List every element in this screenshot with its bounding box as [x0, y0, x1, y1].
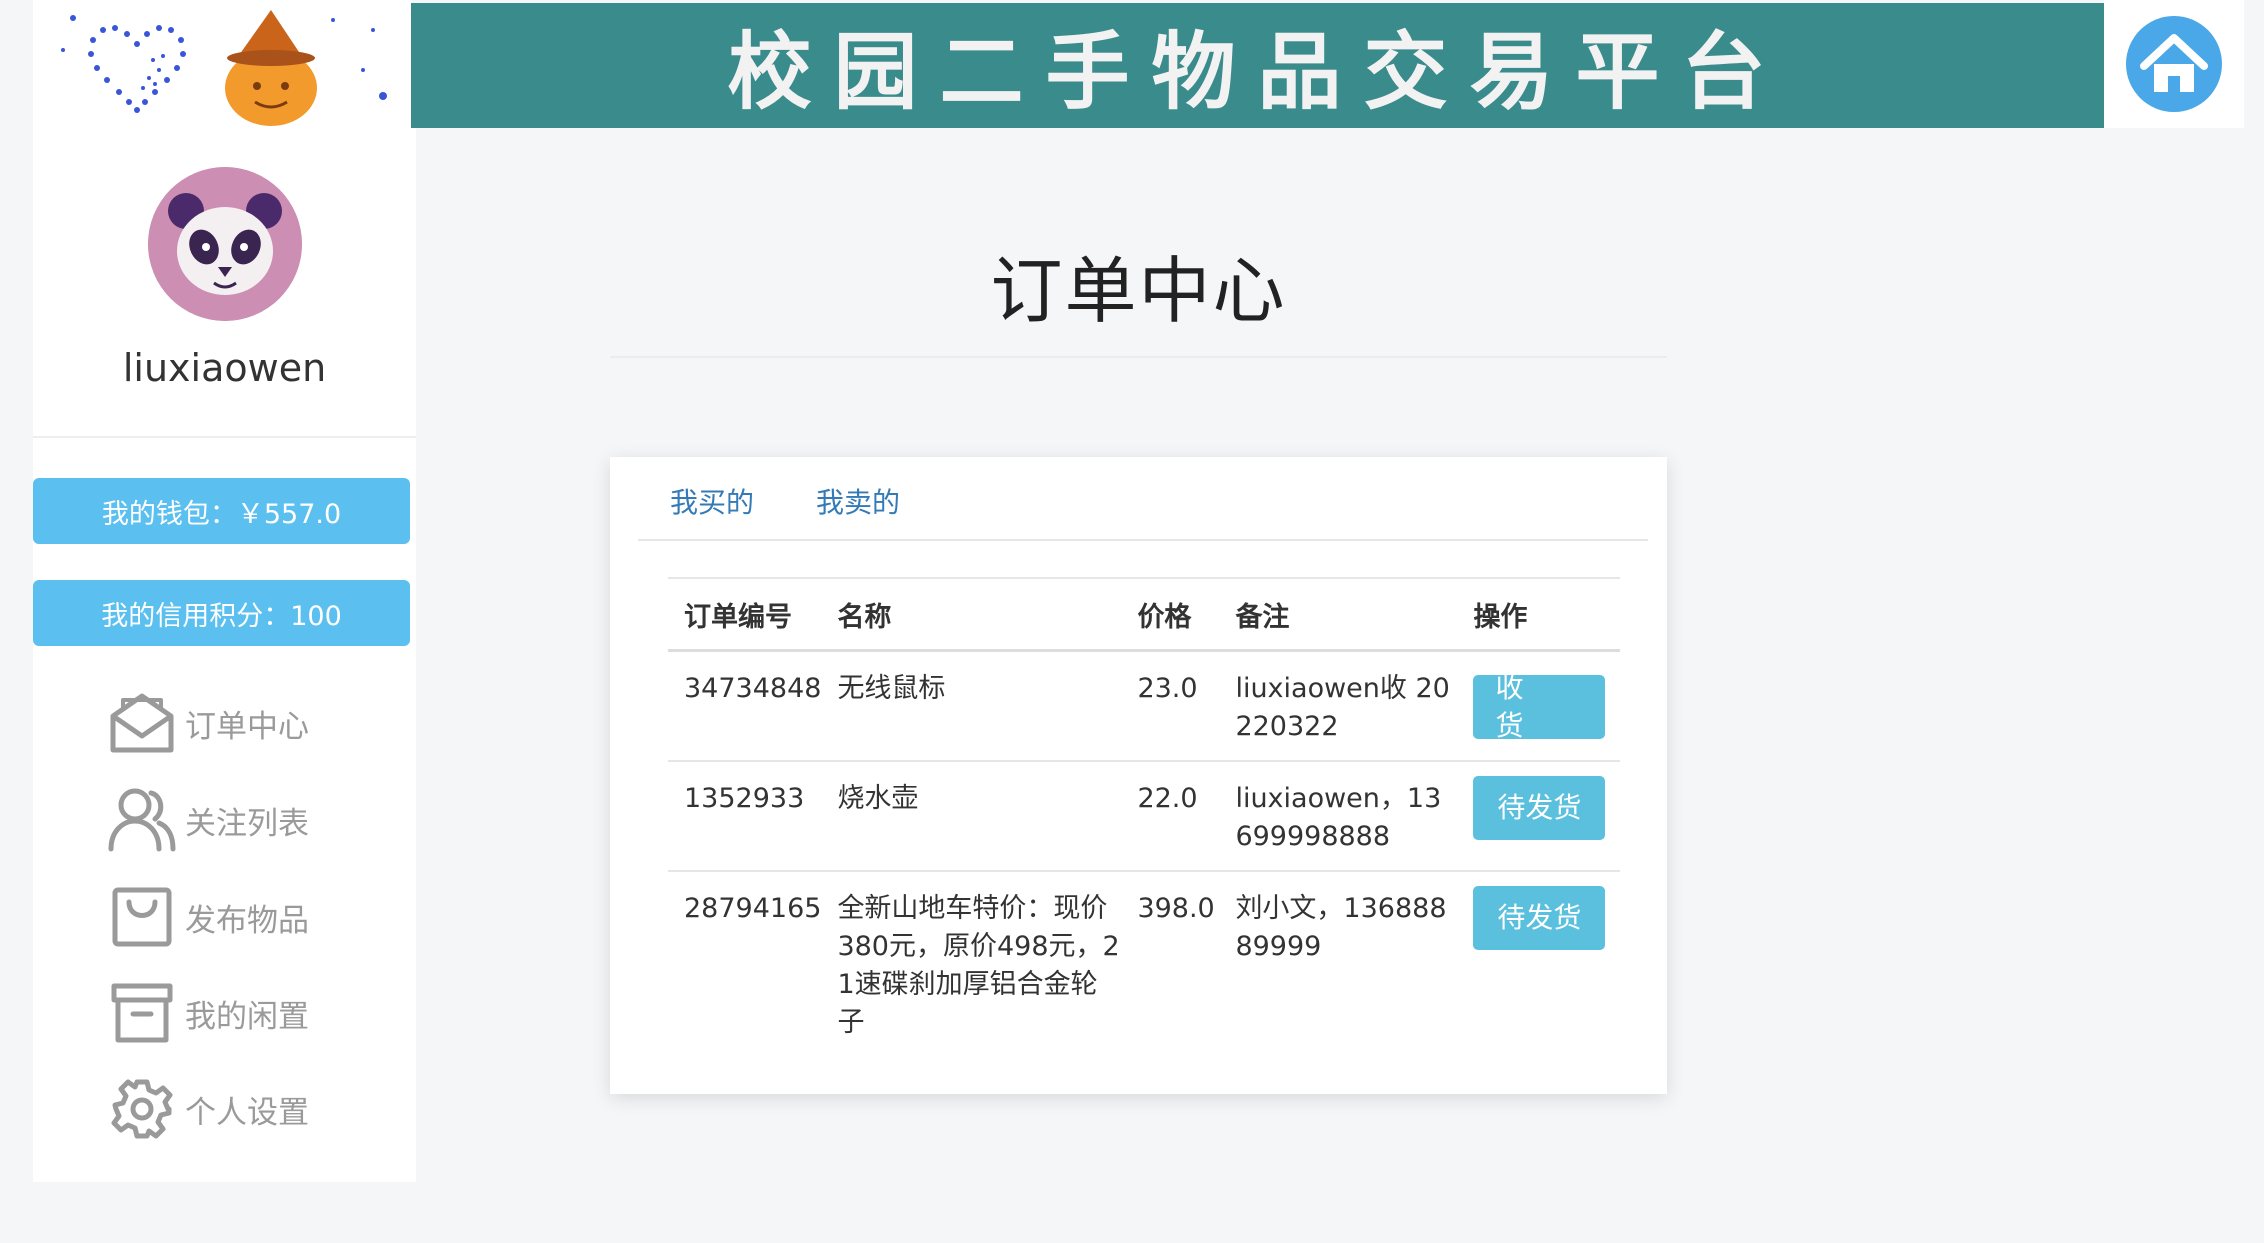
pending-shipment-button[interactable]: 待发货 [1473, 886, 1606, 950]
order-note: 刘小文，13688889999 [1235, 893, 1447, 962]
order-id: 28794165 [684, 893, 822, 924]
column-header-price: 价格 [1121, 577, 1220, 652]
action-cell: 收 货 [1457, 650, 1620, 762]
header: 校园二手物品交易平台 [0, 0, 2264, 128]
table-header-row: 订单编号 名称 价格 备注 操作 [668, 577, 1620, 652]
action-cell: 待发货 [1457, 871, 1620, 1056]
table-row: 34734848 无线鼠标 23.0 liuxiaowen收 20220322 … [668, 650, 1620, 762]
item-price: 398.0 [1137, 893, 1215, 924]
column-header-action: 操作 [1457, 577, 1620, 652]
sidebar-item-label: 个人设置 [185, 1094, 309, 1131]
orders-table: 订单编号 名称 价格 备注 操作 34734848 无线鼠标 23.0 liux… [668, 577, 1620, 1056]
order-id: 34734848 [668, 650, 822, 762]
archive-box-icon [107, 978, 177, 1048]
home-button[interactable] [2104, 0, 2244, 128]
item-name: 全新山地车特价：现价380元，原价498元，21速碟刹加厚铝合金轮子 [837, 893, 1120, 1038]
order-note: liuxiaowen收 20220322 [1219, 650, 1458, 762]
divider [610, 356, 1667, 358]
users-icon [107, 785, 177, 855]
item-name: 无线鼠标 [821, 650, 1122, 762]
tab-bar: 我买的 我卖的 [638, 457, 1648, 541]
item-name: 烧水壶 [821, 761, 1122, 872]
item-price: 23.0 [1121, 650, 1220, 762]
order-note: liuxiaowen，13699998888 [1219, 761, 1458, 872]
wallet-button[interactable]: 我的钱包：￥557.0 [33, 478, 410, 544]
receive-goods-button[interactable]: 收 货 [1473, 671, 1606, 742]
table-row: 28794165 全新山地车特价：现价380元，原价498元，21速碟刹加厚铝合… [668, 871, 1620, 1056]
shopping-bag-icon [107, 882, 177, 952]
sidebar-item-settings[interactable]: 个人设置 [107, 1073, 387, 1145]
divider [33, 436, 416, 438]
column-header-name: 名称 [821, 577, 1122, 652]
item-price: 22.0 [1121, 761, 1220, 872]
column-header-order-id: 订单编号 [668, 577, 822, 652]
banner: 校园二手物品交易平台 [411, 3, 2104, 128]
table-row: 1352933 烧水壶 22.0 liuxiaowen，13699998888 … [668, 761, 1620, 872]
sidebar-item-label: 发布物品 [185, 902, 309, 939]
sidebar-item-label: 我的闲置 [185, 998, 309, 1035]
page-title: 订单中心 [990, 249, 1287, 333]
heart-and-pumpkin-logo-icon [61, 10, 387, 126]
column-header-note: 备注 [1219, 577, 1458, 652]
sidebar-item-publish-item[interactable]: 发布物品 [107, 881, 387, 953]
tab-bought[interactable]: 我买的 [670, 481, 754, 521]
sidebar-item-label: 关注列表 [185, 805, 309, 842]
sidebar-item-follow-list[interactable]: 关注列表 [107, 784, 387, 856]
order-id: 1352933 [668, 761, 822, 872]
sidebar-item-label: 订单中心 [185, 708, 309, 745]
panda-avatar-icon [148, 167, 302, 321]
home-icon [2126, 16, 2222, 112]
sidebar-item-order-center[interactable]: 订单中心 [107, 687, 387, 759]
sidebar-item-my-idle[interactable]: 我的闲置 [107, 977, 387, 1049]
sidebar: liuxiaowen 我的钱包：￥557.0 我的信用积分：100 订单中心 关… [33, 128, 416, 1182]
site-logo[interactable] [33, 0, 411, 128]
credit-score-button[interactable]: 我的信用积分：100 [33, 580, 410, 646]
orders-panel: 我买的 我卖的 订单编号 名称 价格 备注 操作 34734848 无线鼠标 2… [610, 457, 1667, 1094]
username: liuxiaowen [122, 346, 327, 390]
gear-icon [107, 1074, 177, 1144]
site-title: 校园二手物品交易平台 [727, 22, 1788, 121]
mail-open-icon [107, 688, 177, 758]
pending-shipment-button[interactable]: 待发货 [1473, 776, 1606, 840]
avatar[interactable] [148, 167, 302, 321]
tab-sold[interactable]: 我卖的 [816, 481, 900, 521]
action-cell: 待发货 [1457, 761, 1620, 872]
